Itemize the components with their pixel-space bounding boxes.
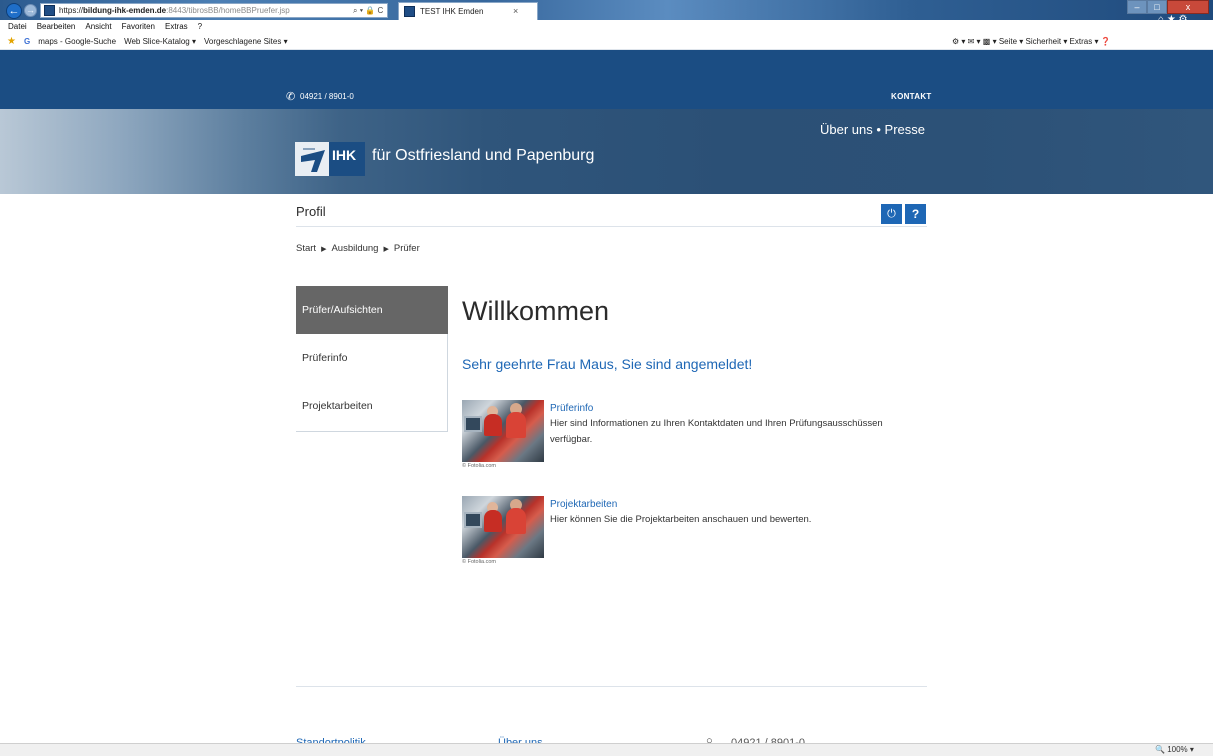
- back-arrow-icon[interactable]: ←: [6, 3, 22, 19]
- menu-items: Datei Bearbeiten Ansicht Favoriten Extras?: [8, 21, 212, 33]
- teaser-link-projektarbeiten[interactable]: Projektarbeiten: [550, 498, 617, 511]
- teaser-description: Hier können Sie die Projektarbeiten ansc…: [550, 514, 812, 525]
- section-divider: [296, 226, 927, 227]
- command-bar[interactable]: ⚙ ▾ ✉ ▾ ▩ ▾ Seite ▾ Sicherheit ▾ Extras …: [952, 36, 1111, 48]
- favorites-star-icon[interactable]: ★: [7, 36, 16, 48]
- section-title: Profil: [296, 204, 326, 219]
- zoom-value: 100%: [1167, 745, 1188, 754]
- url-scheme: https://: [59, 6, 84, 15]
- close-window-button[interactable]: x: [1167, 0, 1209, 14]
- sidenav-item-projektarbeiten[interactable]: Projektarbeiten: [296, 382, 448, 430]
- menu-datei[interactable]: Datei: [8, 22, 27, 31]
- browser-tab[interactable]: TEST IHK Emden ×: [398, 2, 538, 20]
- header-phone[interactable]: 04921 / 8901-0: [300, 90, 354, 104]
- window-controls: – □ x: [1127, 0, 1209, 14]
- phone-icon: ✆: [286, 91, 296, 103]
- url-path: :8443/tibrosBB/homeBBPruefer.jsp: [166, 6, 290, 15]
- footer-divider: [296, 686, 927, 687]
- breadcrumb-pruefer: Prüfer: [393, 243, 420, 254]
- status-bar: 🔍 100% ▾: [0, 743, 1213, 756]
- favorite-web-slice[interactable]: Web Slice-Katalog ▾: [124, 37, 196, 46]
- menu-help[interactable]: ?: [198, 22, 202, 31]
- menu-bar: Datei Bearbeiten Ansicht Favoriten Extras?: [0, 20, 1213, 34]
- side-navigation: Prüfer/Aufsichten Prüferinfo Projektarbe…: [296, 286, 448, 432]
- ihk-logo[interactable]: IHK: [295, 142, 365, 176]
- logo-mark-icon: [295, 142, 329, 176]
- image-credit: © Fotolia.com: [462, 559, 497, 565]
- contact-link[interactable]: KONTAKT: [891, 90, 932, 104]
- url-text[interactable]: https://bildung-ihk-emden.de:8443/tibros…: [59, 5, 290, 16]
- breadcrumb-start[interactable]: Start: [296, 243, 316, 254]
- breadcrumb-arrow-icon: ▶: [383, 246, 389, 253]
- teaser-image-prueferinfo[interactable]: [462, 400, 544, 462]
- teaser-link-prueferinfo[interactable]: Prüferinfo: [550, 402, 593, 415]
- tab-title: TEST IHK Emden: [420, 7, 484, 16]
- breadcrumb: Start ▶ Ausbildung ▶ Prüfer: [296, 242, 420, 257]
- menu-bearbeiten[interactable]: Bearbeiten: [37, 22, 76, 31]
- favorites-items: Gmaps - Google-Suche Web Slice-Katalog ▾ V…: [24, 36, 296, 48]
- menu-ansicht[interactable]: Ansicht: [85, 22, 111, 31]
- logo-ihk-text: IHK: [329, 142, 365, 176]
- favorite-maps[interactable]: maps - Google-Suche: [38, 37, 116, 46]
- minimize-button[interactable]: –: [1127, 0, 1147, 14]
- address-bar-icons[interactable]: ⌕ ▾ 🔒 C: [353, 5, 383, 16]
- forward-arrow-icon[interactable]: →: [24, 4, 37, 17]
- site-header: IHK für Ostfriesland und Papenburg Über …: [0, 109, 1213, 194]
- tab-close-icon[interactable]: ×: [513, 6, 518, 17]
- menu-favoriten[interactable]: Favoriten: [122, 22, 155, 31]
- command-bar-labels[interactable]: Seite ▾ Sicherheit ▾ Extras ▾: [999, 37, 1099, 46]
- page-top-spacer: [0, 50, 1213, 85]
- teaser-description: Hier sind Informationen zu Ihren Kontakt…: [550, 418, 883, 445]
- breadcrumb-arrow-icon: ▶: [321, 246, 327, 253]
- sidenav-item-pruefer-aufsichten[interactable]: Prüfer/Aufsichten: [296, 286, 448, 334]
- site-name: für Ostfriesland und Papenburg: [372, 147, 595, 164]
- login-greeting: Sehr geehrte Frau Maus, Sie sind angemel…: [462, 356, 753, 372]
- menu-extras[interactable]: Extras: [165, 22, 188, 31]
- help-button[interactable]: ?: [905, 204, 926, 224]
- address-bar[interactable]: https://bildung-ihk-emden.de:8443/tibros…: [40, 3, 388, 18]
- page-title: Willkommen: [462, 296, 610, 326]
- zoom-level[interactable]: 🔍 100% ▾: [1155, 744, 1194, 756]
- google-icon: G: [24, 37, 31, 46]
- browser-title-bar: ← → https://bildung-ihk-emden.de:8443/ti…: [0, 0, 1213, 25]
- teaser-image-projektarbeiten[interactable]: [462, 496, 544, 558]
- breadcrumb-ausbildung[interactable]: Ausbildung: [331, 243, 378, 254]
- site-favicon-icon: [44, 5, 55, 16]
- site-top-bar: ✆ 04921 / 8901-0 KONTAKT: [0, 85, 1213, 109]
- tab-favicon-icon: [404, 6, 415, 17]
- header-links[interactable]: Über uns • Presse: [820, 121, 925, 139]
- maximize-button[interactable]: □: [1147, 0, 1167, 14]
- image-credit: © Fotolia.com: [462, 463, 497, 469]
- favorite-suggested-sites[interactable]: Vorgeschlagene Sites ▾: [204, 37, 288, 46]
- sidenav-item-prueferinfo[interactable]: Prüferinfo: [296, 334, 448, 382]
- url-host: bildung-ihk-emden.de: [83, 6, 167, 15]
- logout-button[interactable]: ⏻: [881, 204, 902, 224]
- favorites-bar: ★ Gmaps - Google-Suche Web Slice-Katalog …: [0, 34, 1213, 50]
